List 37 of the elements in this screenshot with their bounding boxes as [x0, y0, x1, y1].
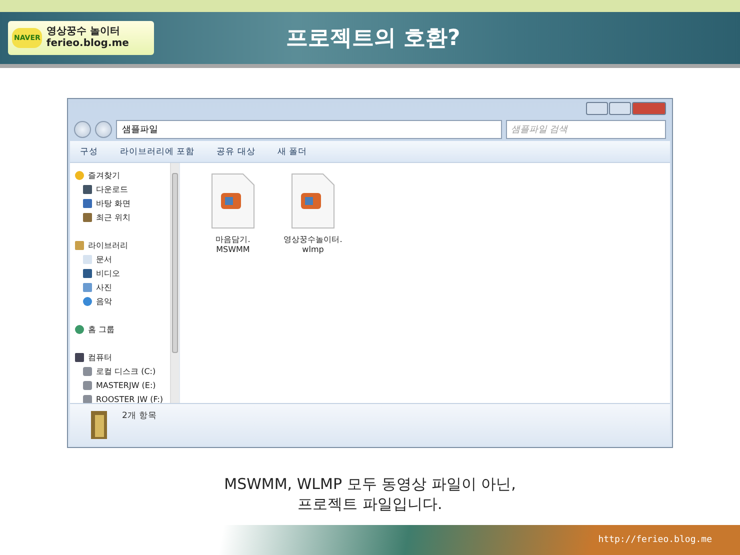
logo-url: ferieo.blog.me — [46, 38, 129, 50]
nav-item[interactable]: 바탕 화면 — [73, 196, 167, 210]
nav-group[interactable]: 홈 그룹 — [73, 322, 167, 336]
search-field[interactable]: 샘플파일 검색 — [506, 120, 666, 138]
address-bar[interactable]: 샘플파일 — [116, 120, 502, 138]
toolbar-button[interactable]: 새 폴더 — [277, 144, 308, 160]
nav-item[interactable]: 다운로드 — [73, 182, 167, 196]
toolbar-button[interactable]: 공유 대상 — [216, 144, 256, 160]
maximize-button[interactable] — [609, 102, 631, 114]
nav-group[interactable]: 라이브러리 — [73, 238, 167, 252]
toolbar-button[interactable]: 구성 — [80, 144, 98, 160]
toolbar-button[interactable]: 라이브러리에 포함 — [120, 144, 195, 160]
video-project-file-icon[interactable] — [211, 173, 255, 229]
slide-caption: MSWMM, WLMP 모두 동영상 파일이 아닌, 프로젝트 파일입니다. — [224, 474, 516, 514]
item-count: 2개 항목 — [122, 410, 158, 423]
nav-item[interactable]: 최근 위치 — [73, 210, 167, 224]
nav-group[interactable]: 즐겨찾기 — [73, 168, 167, 182]
scrollbar[interactable] — [170, 163, 179, 403]
minimize-button[interactable] — [586, 102, 608, 114]
logo-text: 영상꿍수 놀이터 — [46, 26, 121, 38]
back-button[interactable] — [74, 120, 91, 138]
slide-title: 프로젝트의 호환? — [284, 25, 462, 53]
nav-item[interactable]: 로컬 디스크 (C:) — [73, 364, 167, 378]
nav-item[interactable]: 비디오 — [73, 266, 167, 280]
footer-url: http://ferieo.blog.me — [598, 535, 712, 545]
file-name[interactable]: 마음담기. MSWMM — [216, 235, 250, 254]
forward-button[interactable] — [95, 120, 112, 138]
folder-icon — [90, 410, 108, 440]
nav-item[interactable]: ROOSTER JW (F:) — [73, 392, 167, 403]
nav-item[interactable]: 음악 — [73, 294, 167, 308]
file-name[interactable]: 영상꿍수놀이터. wlmp — [284, 235, 342, 254]
close-button[interactable] — [632, 102, 666, 114]
nav-item[interactable]: 사진 — [73, 280, 167, 294]
nav-item[interactable]: 문서 — [73, 252, 167, 266]
video-project-file-icon[interactable] — [291, 173, 335, 229]
nav-item[interactable]: MASTERJW (E:) — [73, 378, 167, 392]
nav-group[interactable]: 컴퓨터 — [73, 350, 167, 364]
